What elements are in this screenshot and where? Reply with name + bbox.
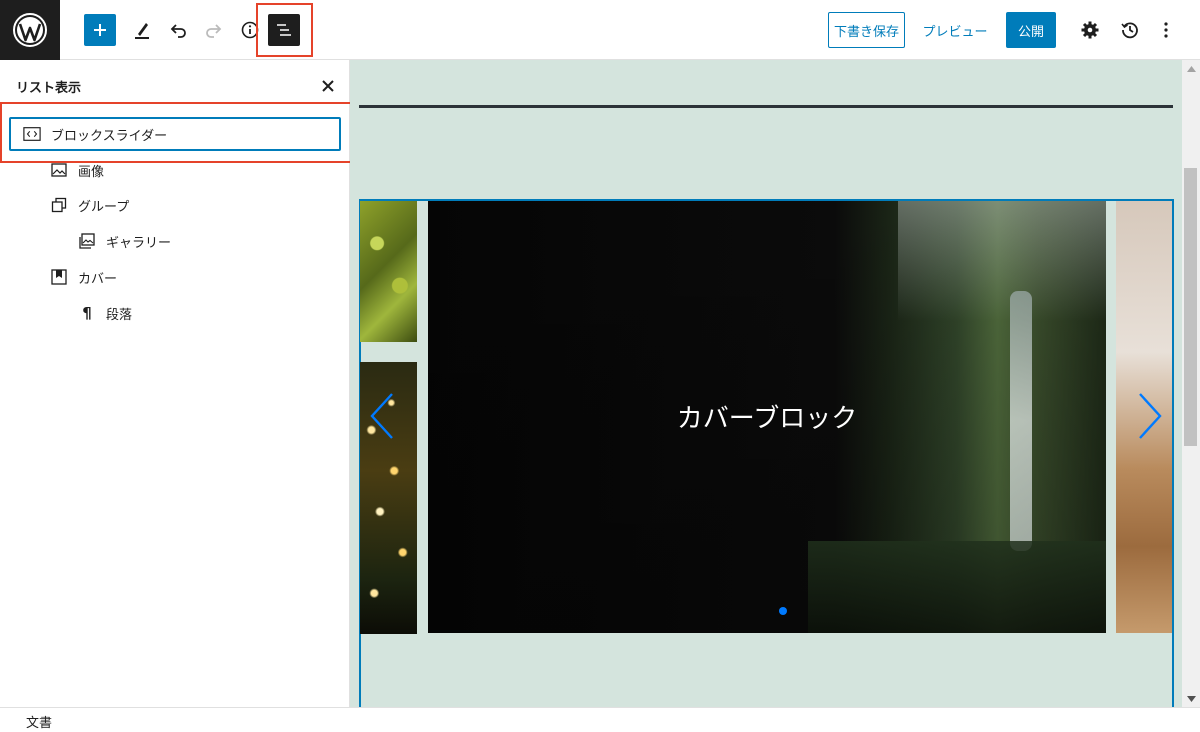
list-view-title: リスト表示 xyxy=(16,81,82,96)
add-block-button[interactable] xyxy=(84,14,116,46)
redo-button[interactable] xyxy=(198,14,230,46)
slider-next-button[interactable] xyxy=(1134,391,1166,441)
editor-header: 下書き保存 プレビュー 公開 xyxy=(0,0,1200,60)
group-icon xyxy=(50,196,68,214)
more-options-button[interactable] xyxy=(1150,14,1182,46)
list-item-block-slider[interactable]: ブロックスライダー xyxy=(9,117,341,151)
separator-block[interactable] xyxy=(359,105,1173,108)
save-draft-button[interactable]: 下書き保存 xyxy=(828,12,905,48)
gallery-icon xyxy=(78,232,96,250)
list-item-label: 画像 xyxy=(78,164,105,180)
preview-button[interactable]: プレビュー xyxy=(916,12,994,48)
list-view-button[interactable] xyxy=(268,14,300,46)
list-view-icon xyxy=(277,24,291,36)
info-icon xyxy=(241,21,259,39)
triangle-down-icon xyxy=(1186,695,1196,702)
list-item-image[interactable]: 画像 xyxy=(50,155,104,185)
water-fill xyxy=(808,541,1106,633)
slider-prev-button[interactable] xyxy=(366,391,398,441)
list-item-label: グループ xyxy=(78,199,130,215)
list-item-label: カバー xyxy=(78,271,118,287)
list-item-cover[interactable]: カバー xyxy=(50,262,117,292)
triangle-up-icon xyxy=(1186,65,1196,72)
chevron-left-icon xyxy=(370,393,393,439)
publish-button[interactable]: 公開 xyxy=(1006,12,1056,48)
settings-button[interactable] xyxy=(1074,14,1106,46)
history-icon xyxy=(1121,22,1138,39)
tools-button[interactable] xyxy=(126,14,158,46)
cover-icon xyxy=(50,268,68,286)
breadcrumb-document[interactable]: 文書 xyxy=(26,712,52,731)
scroll-up-arrow[interactable] xyxy=(1182,60,1200,77)
image-icon xyxy=(50,161,68,179)
redo-icon xyxy=(206,24,222,38)
cover-heading[interactable]: カバーブロック xyxy=(428,398,1106,435)
vertical-ellipsis-icon xyxy=(1164,22,1168,38)
undo-icon xyxy=(170,24,186,38)
close-icon xyxy=(322,80,334,92)
list-item-paragraph[interactable]: ¶ 段落 xyxy=(78,298,132,328)
html-code-icon xyxy=(23,125,41,143)
list-item-label: ブロックスライダー xyxy=(51,128,168,144)
block-breadcrumb-bar: 文書 xyxy=(0,707,1200,732)
close-list-view-button[interactable] xyxy=(316,74,340,98)
details-button[interactable] xyxy=(234,14,266,46)
editor-canvas: カバーブロック xyxy=(350,60,1182,707)
wordpress-logo[interactable] xyxy=(0,0,60,60)
slider-pagination-dot[interactable] xyxy=(779,607,787,615)
slide-image-moss xyxy=(360,201,417,342)
gear-icon xyxy=(1081,21,1099,39)
list-item-label: ギャラリー xyxy=(106,235,172,251)
canvas-scrollbar[interactable] xyxy=(1182,60,1200,707)
undo-button[interactable] xyxy=(162,14,194,46)
wordpress-icon xyxy=(13,13,47,47)
plus-icon xyxy=(94,24,106,36)
pencil-icon xyxy=(135,23,149,39)
list-item-group[interactable]: グループ xyxy=(50,190,129,220)
list-item-label: 段落 xyxy=(106,307,133,323)
list-view-panel: リスト表示 ブロックスライダー 画像 グループ ギャラリー カバー ¶ 段落 xyxy=(0,60,352,707)
sky-fill xyxy=(898,201,1106,321)
list-item-gallery[interactable]: ギャラリー xyxy=(78,226,171,256)
revisions-button[interactable] xyxy=(1114,14,1146,46)
chevron-right-icon xyxy=(1139,393,1162,439)
scroll-thumb[interactable] xyxy=(1184,168,1197,446)
paragraph-icon: ¶ xyxy=(82,304,92,322)
scroll-down-arrow[interactable] xyxy=(1182,690,1200,707)
